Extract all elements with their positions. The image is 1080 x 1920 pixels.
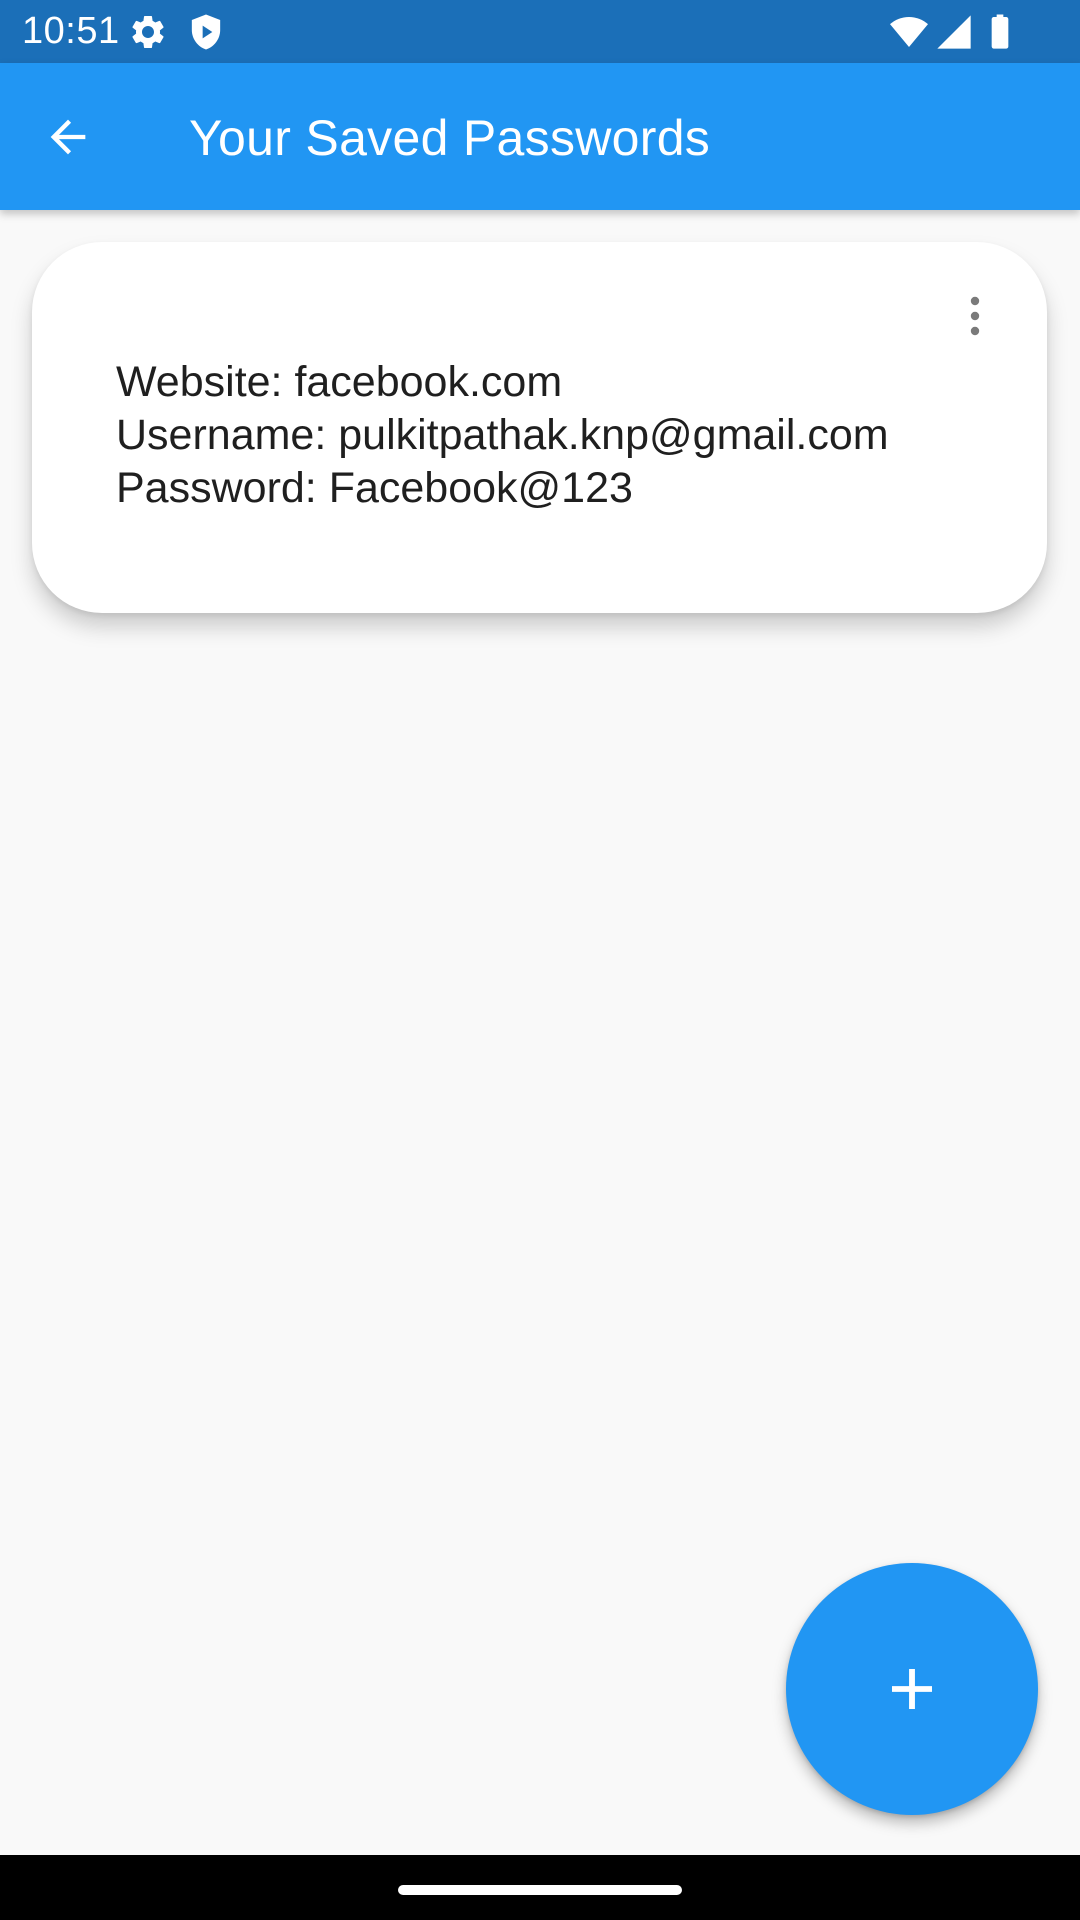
- entry-password: Password: Facebook@123: [116, 464, 633, 512]
- settings-icon: [132, 15, 164, 48]
- page-title: Your Saved Passwords: [189, 110, 711, 166]
- cellular-signal-icon: [937, 15, 971, 49]
- status-bar: 10:51: [0, 0, 1080, 63]
- status-time: 10:51: [22, 10, 120, 52]
- entry-menu-button[interactable]: [935, 282, 1015, 350]
- battery-icon: [991, 14, 1009, 49]
- add-icon: [892, 1669, 932, 1709]
- more-vert-icon: [970, 296, 980, 336]
- wifi-icon: [890, 17, 928, 47]
- app-bar: Your Saved Passwords: [0, 63, 1080, 210]
- home-indicator[interactable]: [398, 1885, 682, 1895]
- system-nav-bar: [0, 1855, 1080, 1920]
- back-button[interactable]: [32, 101, 104, 173]
- password-entry-card[interactable]: Website: facebook.com Username: pulkitpa…: [32, 242, 1047, 613]
- arrow-back-icon: [50, 119, 86, 155]
- entry-website: Website: facebook.com: [116, 358, 563, 406]
- shield-play-icon: [191, 14, 221, 50]
- entry-username: Username: pulkitpathak.knp@gmail.com: [116, 411, 889, 459]
- add-password-button[interactable]: [786, 1563, 1038, 1815]
